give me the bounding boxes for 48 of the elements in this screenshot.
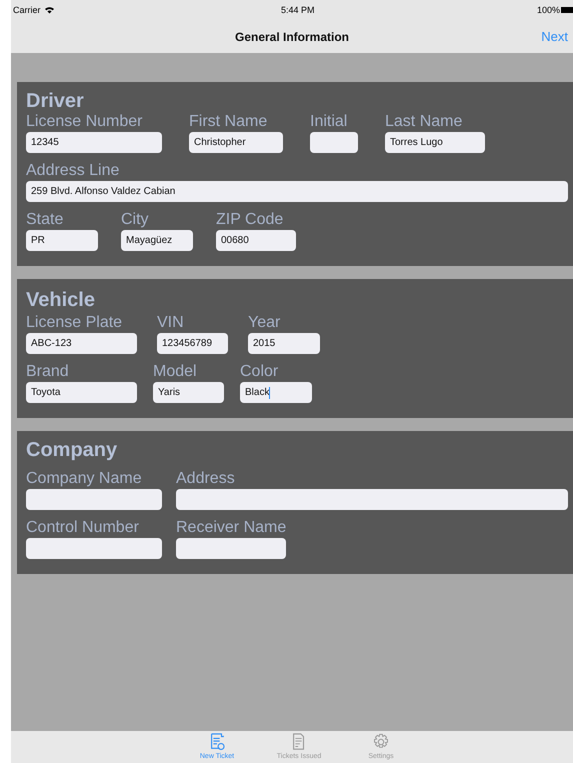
field-label: Control Number bbox=[26, 518, 140, 538]
text-field[interactable]: Toyota bbox=[26, 382, 137, 403]
text-field[interactable]: ABC-123 bbox=[26, 333, 137, 354]
text-field[interactable]: Christopher bbox=[189, 132, 283, 153]
text-field[interactable]: 123456789 bbox=[157, 333, 228, 354]
field-label: ZIP Code bbox=[216, 210, 284, 230]
text-field[interactable]: 12345 bbox=[26, 132, 162, 153]
text-field[interactable] bbox=[26, 538, 162, 559]
field-label: City bbox=[121, 210, 150, 230]
field-label: Brand bbox=[26, 362, 70, 382]
text-field[interactable]: 00680 bbox=[216, 230, 296, 251]
document-icon bbox=[293, 733, 304, 750]
field-label: Initial bbox=[310, 112, 348, 132]
field-label: Color bbox=[240, 362, 280, 382]
text-field[interactable] bbox=[310, 132, 358, 153]
text-field[interactable] bbox=[176, 538, 286, 559]
field-label: License Plate bbox=[26, 313, 124, 333]
screen-title: General Information bbox=[234, 30, 350, 44]
field-label: VIN bbox=[157, 313, 185, 333]
text-field[interactable] bbox=[26, 489, 162, 510]
text-field[interactable]: Torres Lugo bbox=[385, 132, 485, 153]
text-field[interactable]: Yaris bbox=[153, 382, 224, 403]
battery-icon bbox=[561, 7, 573, 13]
section-title: Driver bbox=[26, 90, 85, 112]
field-label: Company Name bbox=[26, 469, 143, 489]
field-label: State bbox=[26, 210, 64, 230]
battery-percent: 100% bbox=[536, 5, 560, 15]
text-field[interactable]: 259 Blvd. Alfonso Valdez Cabian bbox=[26, 181, 568, 202]
carrier-name: Carrier bbox=[13, 5, 41, 15]
text-field[interactable]: PR bbox=[26, 230, 98, 251]
text-field[interactable]: Mayagüez bbox=[121, 230, 193, 251]
field-label: Year bbox=[248, 313, 282, 333]
wifi-icon bbox=[44, 6, 55, 14]
status-time: 5:44 PM bbox=[281, 5, 315, 15]
field-label: License Number bbox=[26, 112, 144, 132]
field-label: Receiver Name bbox=[176, 518, 286, 538]
field-label: First Name bbox=[189, 112, 268, 132]
text-field[interactable]: 2015 bbox=[248, 333, 320, 354]
text-field[interactable] bbox=[176, 489, 568, 510]
field-label: Address bbox=[176, 469, 236, 489]
field-label: Last Name bbox=[385, 112, 464, 132]
section-title: Company bbox=[26, 439, 118, 461]
section-title: Vehicle bbox=[26, 289, 96, 311]
text-field[interactable]: Black bbox=[240, 382, 312, 403]
field-label: Address Line bbox=[26, 161, 120, 181]
ticket-icon bbox=[211, 733, 225, 750]
gear-icon bbox=[374, 734, 388, 748]
field-label: Model bbox=[153, 362, 198, 382]
